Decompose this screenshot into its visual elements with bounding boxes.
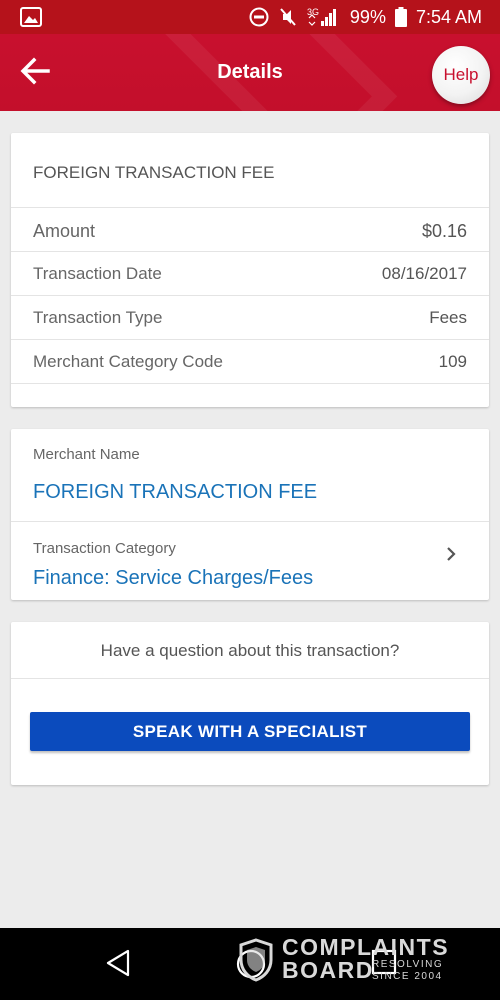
chevron-right-icon	[443, 544, 459, 564]
transaction-category-value: Finance: Service Charges/Fees	[33, 567, 314, 589]
speak-with-specialist-button[interactable]: SPEAK WITH A SPECIALIST	[30, 712, 470, 751]
merchant-card: Merchant Name FOREIGN TRANSACTION FEE Tr…	[11, 429, 489, 600]
detail-value: 109	[438, 352, 467, 371]
detail-label: Merchant Category Code	[33, 352, 223, 371]
detail-label: Amount	[33, 221, 96, 241]
image-icon	[20, 7, 42, 27]
detail-row-type: Transaction Type Fees	[11, 296, 489, 340]
detail-row-mcc: Merchant Category Code 109	[11, 340, 489, 384]
merchant-name-value: FOREIGN TRANSACTION FEE	[33, 481, 318, 503]
watermark-line2: BOARD	[282, 957, 374, 983]
transaction-heading: FOREIGN TRANSACTION FEE	[11, 133, 489, 208]
detail-row-date: Transaction Date 08/16/2017	[11, 252, 489, 296]
merchant-name-section: Merchant Name FOREIGN TRANSACTION FEE	[11, 429, 489, 522]
merchant-name-label: Merchant Name	[33, 446, 140, 463]
transaction-category-label: Transaction Category	[33, 540, 176, 557]
transaction-category-row[interactable]: Transaction Category Finance: Service Ch…	[11, 522, 489, 599]
detail-label: Transaction Date	[33, 264, 162, 283]
vibrate-off-icon	[278, 7, 298, 27]
clock: 7:54 AM	[415, 6, 482, 27]
status-bar: 3G 99% 7:54 AM	[0, 0, 500, 34]
back-triangle-icon[interactable]	[104, 948, 132, 983]
help-button[interactable]: Help	[432, 46, 490, 104]
transaction-summary-card: FOREIGN TRANSACTION FEE Amount $0.16 Tra…	[11, 133, 489, 407]
question-card: Have a question about this transaction? …	[11, 622, 489, 785]
watermark: COMPLAINTS BOARD RESOLVING SINCE 2004	[238, 934, 458, 983]
watermark-tagline: RESOLVING SINCE 2004	[372, 959, 444, 982]
signal-icon: 3G	[307, 6, 341, 28]
detail-label: Transaction Type	[33, 308, 163, 327]
battery-icon	[394, 7, 407, 27]
detail-value: 08/16/2017	[381, 264, 467, 283]
shield-icon	[238, 938, 274, 987]
detail-value: Fees	[429, 308, 467, 327]
page-title: Details	[217, 61, 283, 83]
do-not-disturb-icon	[249, 7, 269, 27]
detail-value: $0.16	[421, 221, 467, 241]
app-header: Details Help	[0, 34, 500, 111]
battery-percent: 99%	[349, 6, 386, 27]
question-text: Have a question about this transaction?	[11, 622, 489, 679]
detail-row-amount: Amount $0.16	[11, 208, 489, 252]
navigation-bar: COMPLAINTS BOARD RESOLVING SINCE 2004	[0, 928, 500, 1000]
